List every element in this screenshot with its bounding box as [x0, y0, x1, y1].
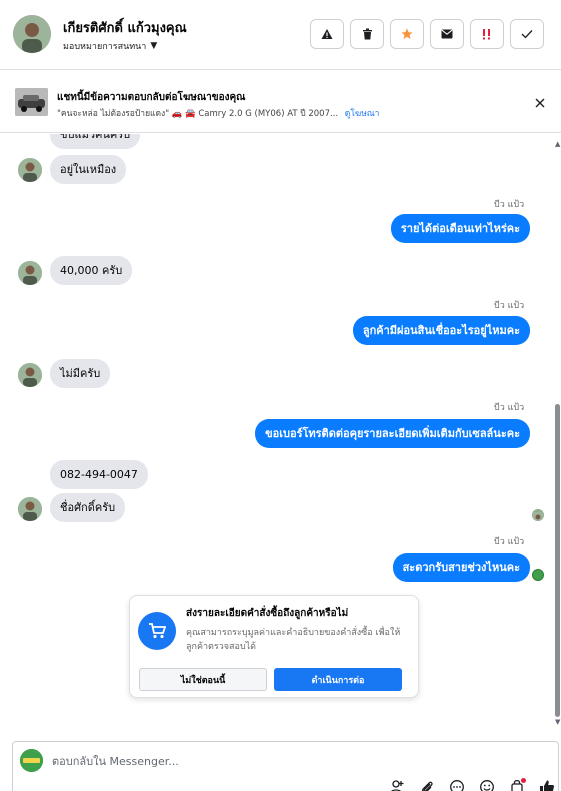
shopping-cart-icon — [138, 612, 176, 650]
message-bubble-incoming: ไม่มีครับ — [50, 359, 111, 388]
spam-icon — [483, 29, 490, 40]
thumbs-up-icon — [540, 780, 554, 791]
ad-caption: "คนจะหล่อ ไม่ต้องรอป้ายแดง" 🚗 🚘 Camry 2.… — [57, 109, 339, 119]
order-prompt-description: คุณสามารถระบุมูลค่าและคำอธิบายของคำสั่งซ… — [186, 628, 401, 652]
contact-avatar-small — [18, 261, 42, 285]
person-add-icon — [391, 780, 404, 791]
mark-spam-button[interactable] — [470, 19, 504, 49]
contact-avatar-small — [18, 497, 42, 521]
warning-icon — [321, 29, 333, 39]
caret-down-icon: ▼ — [150, 41, 158, 51]
message-bubble-outgoing: ลูกค้ามีผ่อนสินเชื่ออะไรอยู่ไหมคะ — [352, 316, 530, 345]
shop-button[interactable] — [508, 778, 526, 791]
add-contact-button[interactable] — [388, 778, 406, 791]
ad-reply-subtitle: "คนจะหล่อ ไม่ต้องรอป้ายแดง" 🚗 🚘 Camry 2.… — [57, 106, 379, 120]
emoji-button[interactable] — [478, 778, 496, 791]
message-sender: บีว แป้ว — [494, 301, 525, 311]
message-bubble-incoming: ขับแมวคันครับ — [50, 134, 141, 149]
contact-avatar[interactable] — [13, 15, 51, 53]
attach-button[interactable] — [418, 778, 436, 791]
message-bubble-incoming: 082-494-0047 — [50, 460, 148, 489]
ad-reply-title: แชทนี้มีข้อความตอบกลับต่อโฆษณาของคุณ — [57, 92, 246, 103]
header-actions — [310, 19, 544, 49]
seen-receipt-avatar — [532, 509, 544, 521]
page-avatar — [20, 749, 43, 772]
report-button[interactable] — [310, 19, 344, 49]
close-ad-banner-button[interactable] — [531, 94, 549, 112]
delete-button[interactable] — [350, 19, 384, 49]
delivered-receipt-icon — [532, 569, 544, 581]
trash-icon — [362, 28, 372, 40]
view-ad-link[interactable]: ดูโฆษณา — [345, 109, 380, 119]
message-bubble-outgoing: รายได้ต่อเดือนเท่าไหร่คะ — [390, 214, 530, 243]
message-bubble-outgoing: สะดวกรับสายช่วงไหนคะ — [392, 553, 530, 582]
assign-label: มอบหมายการสนทนา — [63, 42, 147, 52]
message-sender: บีว แป้ว — [494, 537, 525, 547]
scrollbar-thumb[interactable] — [555, 404, 560, 717]
contact-name[interactable]: เกียรติศักดิ์ แก้วมุงคุณ — [63, 17, 187, 38]
star-icon — [401, 28, 413, 39]
reply-input[interactable] — [52, 752, 512, 770]
message-bubble-incoming: ชื่อศักดิ์ครับ — [50, 493, 126, 522]
mark-unread-button[interactable] — [430, 19, 464, 49]
saved-replies-button[interactable] — [448, 778, 466, 791]
continue-button[interactable]: ดำเนินการต่อ — [274, 668, 402, 691]
order-prompt-title: ส่งรายละเอียดคำสั่งซื้อถึงลูกค้าหรือไม่ — [186, 608, 349, 619]
emoji-icon — [480, 780, 494, 791]
assign-conversation-dropdown[interactable]: มอบหมายการสนทนา ▼ — [63, 39, 157, 53]
scroll-up-arrow-icon[interactable]: ▲ — [555, 140, 560, 148]
paperclip-icon — [422, 781, 433, 791]
message-bubble-incoming: 40,000 ครับ — [50, 256, 133, 285]
message-sender: บีว แป้ว — [494, 200, 525, 210]
chat-bubble-icon — [450, 780, 464, 791]
like-button[interactable] — [538, 778, 556, 791]
star-button[interactable] — [390, 19, 424, 49]
mail-icon — [441, 29, 453, 39]
not-now-button[interactable]: ไม่ใช่ตอนนี้ — [139, 668, 267, 691]
message-sender: บีว แป้ว — [494, 403, 525, 413]
contact-avatar-small — [18, 363, 42, 387]
notification-dot — [521, 778, 526, 783]
contact-avatar-small — [18, 158, 42, 182]
composer-toolbar — [388, 778, 556, 791]
scroll-down-arrow-icon[interactable]: ▼ — [555, 718, 560, 726]
ad-thumbnail[interactable] — [15, 88, 48, 116]
message-bubble-outgoing: ขอเบอร์โทรติดต่อคุยรายละเอียดเพิ่มเติมกั… — [255, 419, 530, 448]
close-icon — [535, 98, 545, 108]
message-bubble-incoming: อยู่ในเหมือง — [50, 155, 127, 184]
mark-done-button[interactable] — [510, 19, 544, 49]
check-icon — [521, 30, 533, 39]
